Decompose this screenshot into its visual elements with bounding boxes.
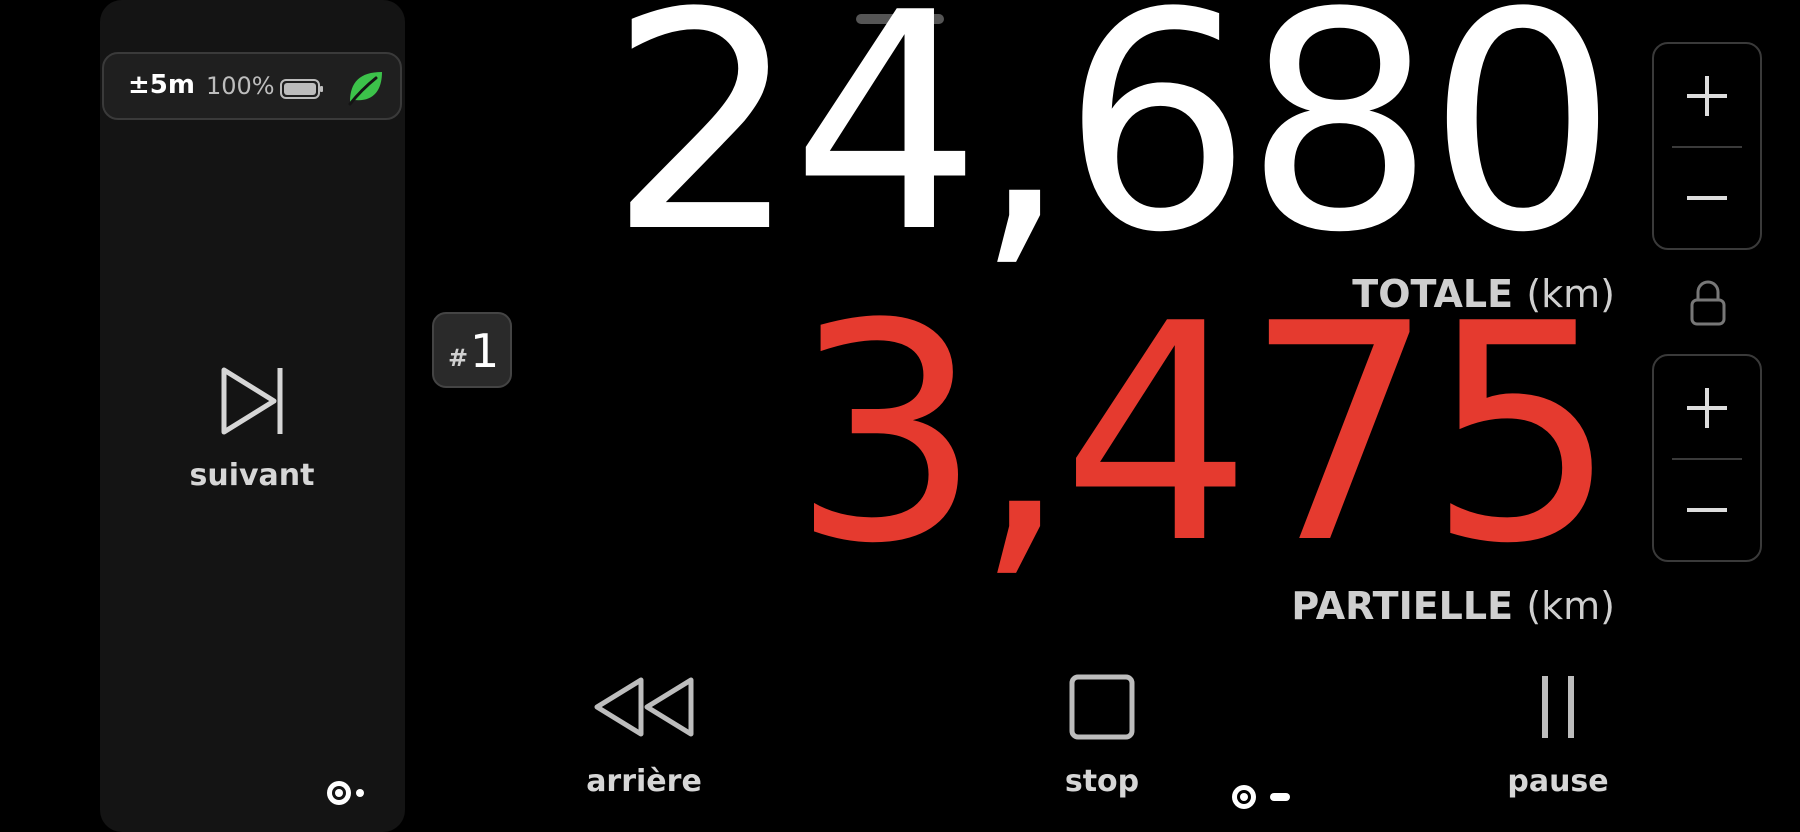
page-indicator-left <box>327 781 364 805</box>
skip-next-icon <box>221 367 283 435</box>
total-decrement-button[interactable] <box>1654 148 1760 248</box>
partial-unit: (km) <box>1526 584 1615 628</box>
battery-percent: 100% <box>206 72 275 100</box>
pause-icon <box>1542 676 1574 738</box>
trip-number-badge[interactable]: # 1 <box>432 312 512 388</box>
lock-icon[interactable] <box>1688 278 1728 328</box>
stop-icon <box>1069 674 1135 740</box>
plus-icon <box>1687 388 1727 428</box>
partial-distance-label: PARTIELLE (km) <box>1291 584 1615 628</box>
next-button[interactable]: suivant <box>162 350 342 510</box>
pause-button[interactable]: pause <box>1498 672 1618 812</box>
partial-stepper <box>1652 354 1762 562</box>
total-stepper <box>1652 42 1762 250</box>
partial-label-text: PARTIELLE <box>1291 584 1514 628</box>
rewind-label: arrière <box>586 764 702 799</box>
app-root: ±5m 100% suivant # 1 24,680 TOTALE (km) … <box>0 0 1800 832</box>
side-panel: ±5m 100% suivant <box>100 0 405 832</box>
plus-icon <box>1687 76 1727 116</box>
partial-decrement-button[interactable] <box>1654 460 1760 560</box>
trip-hash: # <box>448 344 469 372</box>
minus-icon <box>1687 508 1727 512</box>
gps-accuracy: ±5m <box>128 70 195 100</box>
rewind-button[interactable]: arrière <box>572 672 716 812</box>
total-distance-value: 24,680 <box>608 0 1618 298</box>
trip-number: 1 <box>470 324 500 378</box>
battery-icon <box>280 79 323 99</box>
pause-label: pause <box>1507 764 1609 799</box>
leaf-icon <box>348 72 382 106</box>
next-label: suivant <box>189 458 315 493</box>
stop-label: stop <box>1064 764 1140 799</box>
partial-distance-value: 3,475 <box>791 260 1618 609</box>
minus-icon <box>1687 196 1727 200</box>
rewind-icon <box>594 677 694 737</box>
total-increment-button[interactable] <box>1654 44 1760 144</box>
stop-button[interactable]: stop <box>1042 672 1162 812</box>
status-pill[interactable]: ±5m 100% <box>102 52 402 120</box>
page-indicator-center <box>1232 785 1290 809</box>
partial-increment-button[interactable] <box>1654 356 1760 456</box>
